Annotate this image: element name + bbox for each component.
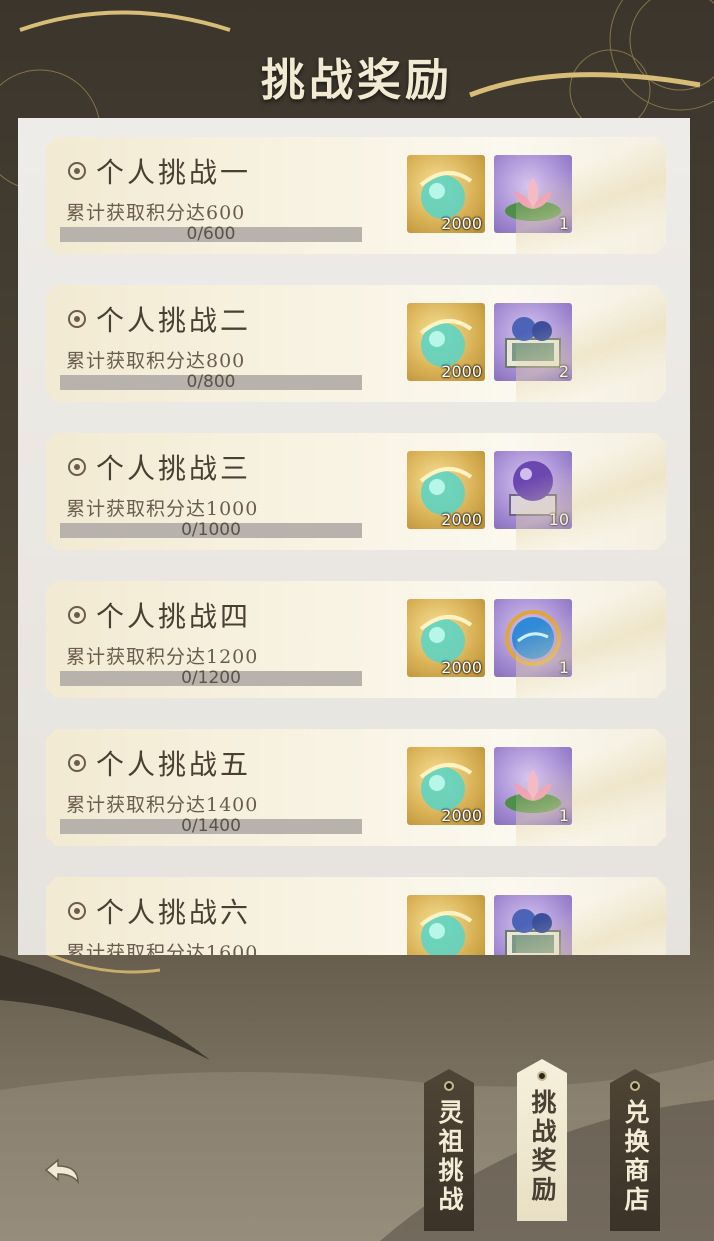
reward-lotus[interactable]: 1 [494, 747, 572, 825]
reward-count: 1 [558, 806, 569, 825]
reward-count: 1 [558, 658, 569, 677]
reward-count: 2 [558, 362, 569, 381]
challenge-desc: 累计获取积分达1200 [66, 646, 259, 668]
tab-label: 挑战奖励 [528, 1089, 557, 1205]
reward-crystal-ball[interactable]: 10 [494, 451, 572, 529]
page-title: 挑战奖励 [261, 55, 453, 106]
reward-jade-orb[interactable]: 2000 [407, 451, 485, 529]
blue-orb-icon [494, 599, 572, 677]
crystal-ball-icon [494, 451, 572, 529]
reward-chest[interactable]: 2 [494, 303, 572, 381]
treasure-chest-icon [494, 895, 572, 955]
tab-label: 灵祖挑战 [435, 1099, 464, 1215]
challenge-list[interactable]: 个人挑战一 累计获取积分达600 0/600 2000 1 个人挑战二 累计获取… [18, 118, 690, 955]
challenge-title-text: 个人挑战五 [96, 748, 252, 781]
tab-exchange-shop[interactable]: 兑换商店 [610, 1069, 660, 1231]
reward-jade-orb[interactable]: 2000 [407, 747, 485, 825]
challenge-title-text: 个人挑战六 [96, 896, 252, 929]
reward-count: 2000 [441, 658, 482, 677]
challenge-title-text: 个人挑战三 [96, 452, 252, 485]
challenge-title: 个人挑战五 [68, 743, 251, 783]
tag-hole-icon [630, 1081, 640, 1091]
radio-icon [68, 458, 86, 476]
tab-lingzu-challenge[interactable]: 灵祖挑战 [424, 1069, 474, 1231]
progress-bar: 0/1000 [60, 523, 362, 538]
challenge-title: 个人挑战一 [68, 151, 251, 191]
lotus-icon [494, 747, 572, 825]
challenge-card: 个人挑战五 累计获取积分达1400 0/1400 2000 1 [46, 729, 666, 846]
progress-text: 0/1200 [181, 668, 241, 688]
tag-hole-icon [537, 1071, 547, 1081]
treasure-chest-icon [494, 303, 572, 381]
radio-icon [68, 902, 86, 920]
challenge-card: 个人挑战二 累计获取积分达800 0/800 2000 2 [46, 285, 666, 402]
reward-count: 10 [548, 510, 569, 529]
challenge-desc: 累计获取积分达600 [66, 202, 246, 224]
challenge-title: 个人挑战二 [68, 299, 251, 339]
tag-hole-icon [444, 1081, 454, 1091]
challenge-title: 个人挑战四 [68, 595, 251, 635]
challenge-title: 个人挑战三 [68, 447, 251, 487]
progress-text: 0/1400 [181, 816, 241, 836]
challenge-title-text: 个人挑战一 [96, 156, 252, 189]
jade-orb-icon [407, 895, 485, 955]
reward-jade-orb[interactable]: 2000 [407, 155, 485, 233]
reward-count: 2000 [441, 510, 482, 529]
challenge-desc: 累计获取积分达1400 [66, 794, 259, 816]
challenge-title-text: 个人挑战四 [96, 600, 252, 633]
back-arrow-icon [44, 1158, 79, 1185]
reward-count: 2000 [441, 806, 482, 825]
radio-icon [68, 606, 86, 624]
tab-challenge-rewards[interactable]: 挑战奖励 [517, 1059, 567, 1221]
header: 挑战奖励 [0, 0, 714, 118]
challenge-card: 个人挑战六 累计获取积分达1600 [46, 877, 666, 955]
radio-icon [68, 754, 86, 772]
reward-jade-orb[interactable]: 2000 [407, 599, 485, 677]
radio-icon [68, 310, 86, 328]
progress-bar: 0/800 [60, 375, 362, 390]
challenge-desc: 累计获取积分达800 [66, 350, 246, 372]
progress-bar: 0/600 [60, 227, 362, 242]
challenge-desc: 累计获取积分达1000 [66, 498, 259, 520]
progress-bar: 0/1200 [60, 671, 362, 686]
challenge-card: 个人挑战三 累计获取积分达1000 0/1000 2000 10 [46, 433, 666, 550]
challenge-title-text: 个人挑战二 [96, 304, 252, 337]
challenge-card: 个人挑战一 累计获取积分达600 0/600 2000 1 [46, 137, 666, 254]
challenge-card: 个人挑战四 累计获取积分达1200 0/1200 2000 1 [46, 581, 666, 698]
challenge-desc: 累计获取积分达1600 [66, 942, 259, 955]
reward-count: 2000 [441, 214, 482, 233]
challenge-title: 个人挑战六 [68, 891, 251, 931]
progress-text: 0/600 [186, 224, 236, 244]
reward-count: 2000 [441, 362, 482, 381]
reward-lotus[interactable]: 1 [494, 155, 572, 233]
progress-text: 0/1000 [181, 520, 241, 540]
reward-blue-orb[interactable]: 1 [494, 599, 572, 677]
reward-jade-orb[interactable] [407, 895, 485, 955]
back-button[interactable] [36, 1152, 86, 1196]
reward-chest[interactable] [494, 895, 572, 955]
reward-jade-orb[interactable]: 2000 [407, 303, 485, 381]
radio-icon [68, 162, 86, 180]
progress-bar: 0/1400 [60, 819, 362, 834]
reward-count: 1 [558, 214, 569, 233]
progress-text: 0/800 [186, 372, 236, 392]
tab-label: 兑换商店 [621, 1099, 650, 1215]
lotus-icon [494, 155, 572, 233]
